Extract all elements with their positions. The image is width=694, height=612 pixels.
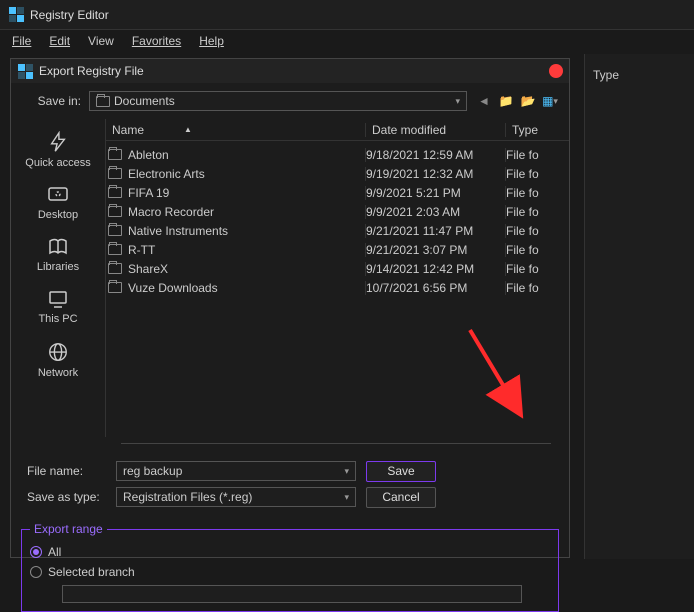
dialog-title: Export Registry File xyxy=(39,64,549,78)
sidebar-libraries[interactable]: Libraries xyxy=(11,229,105,281)
desktop-icon xyxy=(46,185,70,205)
right-column-header[interactable]: Type xyxy=(593,68,686,82)
recording-indicator-icon xyxy=(549,64,563,78)
save-in-select[interactable]: Documents ▾ xyxy=(89,91,467,111)
up-folder-button[interactable]: 📁 xyxy=(497,92,515,110)
save-type-select[interactable]: Registration Files (*.reg) ▾ xyxy=(116,487,356,507)
save-in-label: Save in: xyxy=(21,94,81,108)
menu-file[interactable]: File xyxy=(6,32,37,50)
table-row[interactable]: FIFA 199/9/2021 5:21 PMFile fo xyxy=(106,183,569,202)
chevron-down-icon[interactable]: ▾ xyxy=(344,466,349,477)
places-sidebar: Quick access Desktop Libraries This PC N… xyxy=(11,119,106,437)
table-row[interactable]: Ableton9/18/2021 12:59 AMFile fo xyxy=(106,145,569,164)
chevron-down-icon: ▾ xyxy=(455,96,460,107)
folder-icon xyxy=(96,96,110,107)
cancel-button[interactable]: Cancel xyxy=(366,487,436,508)
branch-input[interactable] xyxy=(62,585,522,603)
folder-icon xyxy=(108,149,122,160)
book-icon xyxy=(46,237,70,257)
globe-icon xyxy=(47,341,69,363)
radio-icon xyxy=(30,566,42,578)
lightning-icon xyxy=(47,131,69,153)
file-name-input[interactable]: reg backup ▾ xyxy=(116,461,356,481)
export-dialog: Export Registry File Save in: Documents … xyxy=(10,58,570,558)
menubar: File Edit View Favorites Help xyxy=(0,30,694,52)
app-title: Registry Editor xyxy=(30,8,109,22)
monitor-icon xyxy=(46,289,70,309)
save-button[interactable]: Save xyxy=(366,461,436,482)
view-menu-button[interactable]: ▦▾ xyxy=(541,92,559,110)
regedit-icon xyxy=(17,63,33,79)
chevron-down-icon[interactable]: ▾ xyxy=(344,492,349,503)
sort-asc-icon: ▲ xyxy=(184,125,192,134)
table-row[interactable]: ShareX9/14/2021 12:42 PMFile fo xyxy=(106,259,569,278)
regedit-icon xyxy=(8,7,24,23)
folder-icon xyxy=(108,168,122,179)
table-row[interactable]: R-TT9/21/2021 3:07 PMFile fo xyxy=(106,240,569,259)
right-column: Type xyxy=(584,54,694,559)
app-titlebar: Registry Editor xyxy=(0,0,694,30)
menu-favorites[interactable]: Favorites xyxy=(126,32,187,50)
back-button[interactable]: ◄ xyxy=(475,92,493,110)
radio-all[interactable]: All xyxy=(30,542,550,562)
column-date[interactable]: Date modified xyxy=(366,123,506,137)
table-row[interactable]: Native Instruments9/21/2021 11:47 PMFile… xyxy=(106,221,569,240)
save-type-label: Save as type: xyxy=(21,490,106,504)
new-folder-button[interactable]: 📂 xyxy=(519,92,537,110)
dialog-titlebar[interactable]: Export Registry File xyxy=(11,59,569,83)
sidebar-quick-access[interactable]: Quick access xyxy=(11,123,105,177)
menu-view[interactable]: View xyxy=(82,32,120,50)
table-row[interactable]: Macro Recorder9/9/2021 2:03 AMFile fo xyxy=(106,202,569,221)
table-row[interactable]: Vuze Downloads10/7/2021 6:56 PMFile fo xyxy=(106,278,569,297)
folder-icon xyxy=(108,244,122,255)
save-in-value: Documents xyxy=(114,94,175,108)
column-name[interactable]: Name▲ xyxy=(106,123,366,137)
file-list-header: Name▲ Date modified Type xyxy=(106,119,569,141)
sidebar-network[interactable]: Network xyxy=(11,333,105,387)
radio-icon xyxy=(30,546,42,558)
table-row[interactable]: Electronic Arts9/19/2021 12:32 AMFile fo xyxy=(106,164,569,183)
radio-selected-branch[interactable]: Selected branch xyxy=(30,562,550,582)
folder-icon xyxy=(108,187,122,198)
folder-icon xyxy=(108,225,122,236)
file-list: Name▲ Date modified Type Ableton9/18/202… xyxy=(106,119,569,437)
menu-edit[interactable]: Edit xyxy=(43,32,76,50)
folder-icon xyxy=(108,206,122,217)
export-range-legend: Export range xyxy=(30,522,107,536)
menu-help[interactable]: Help xyxy=(193,32,230,50)
sidebar-desktop[interactable]: Desktop xyxy=(11,177,105,229)
folder-icon xyxy=(108,263,122,274)
file-name-label: File name: xyxy=(21,464,106,478)
export-range-group: Export range All Selected branch xyxy=(21,522,559,612)
sidebar-this-pc[interactable]: This PC xyxy=(11,281,105,333)
column-type[interactable]: Type xyxy=(506,123,569,137)
folder-icon xyxy=(108,282,122,293)
